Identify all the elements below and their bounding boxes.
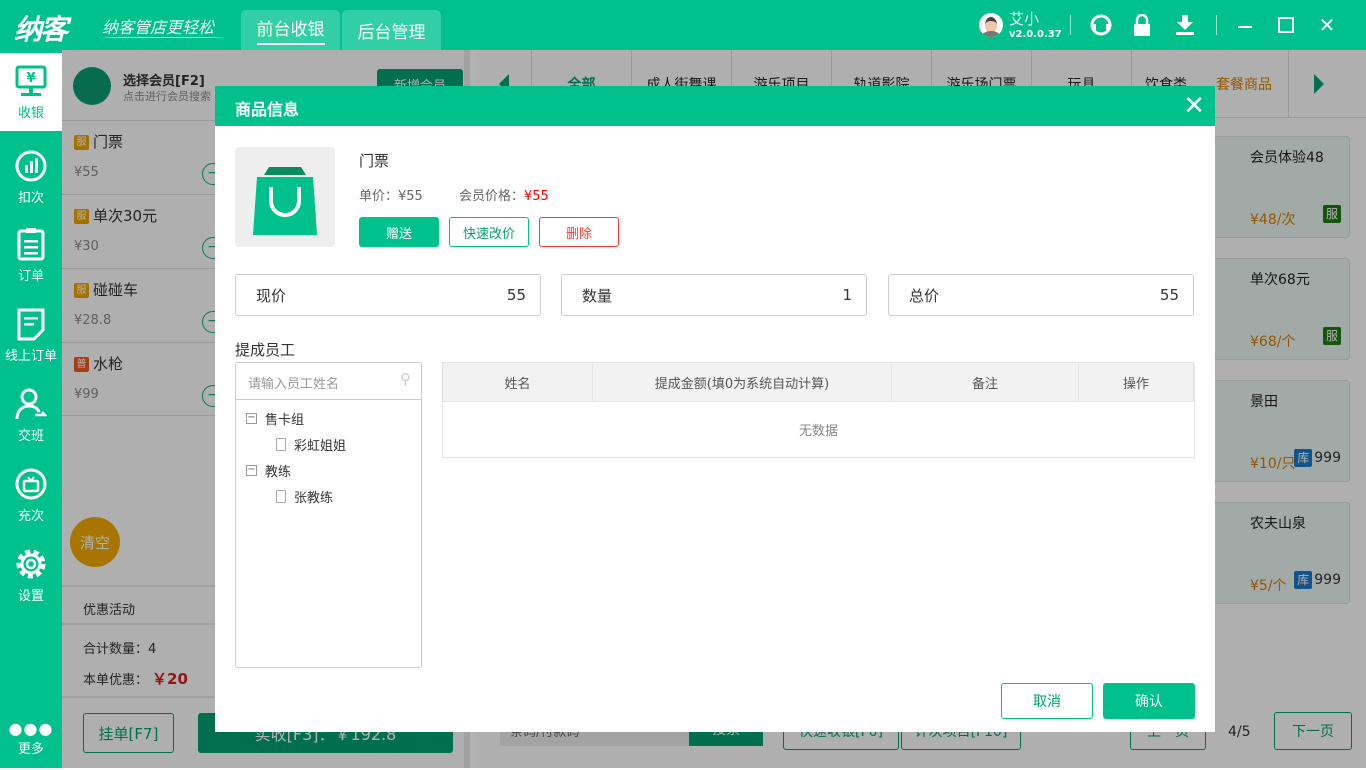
- sidebar-label: 线上订单: [4, 348, 57, 364]
- tree-group[interactable]: − 教练: [246, 461, 291, 480]
- label: 会员价格：: [459, 189, 525, 204]
- tree-member[interactable]: 张教练: [276, 487, 333, 506]
- close-icon[interactable]: ✕: [1183, 92, 1205, 120]
- shopping-bag-icon: [253, 167, 317, 235]
- collapse-icon[interactable]: −: [246, 413, 257, 424]
- sidebar-label: 交班: [17, 428, 44, 444]
- minimize-icon[interactable]: [1232, 12, 1258, 38]
- online-order-icon: [14, 307, 48, 341]
- sidebar-item-handover[interactable]: 交班: [0, 376, 62, 454]
- value[interactable]: 1: [842, 286, 852, 304]
- chart-icon: [14, 149, 48, 183]
- sidebar-label: 收银: [17, 105, 44, 121]
- staff-section-title: 提成员工: [235, 341, 296, 359]
- sidebar-item-cashier[interactable]: ¥ 收银: [0, 53, 62, 131]
- group-name: 售卡组: [265, 413, 305, 428]
- svg-text:¥: ¥: [26, 71, 35, 86]
- tab-label: 前台收银: [256, 15, 325, 45]
- divider: [1070, 15, 1071, 35]
- staff-tree: 请输入员工姓名 ⚲ − 售卡组 彩虹姐姐 − 教练 张教练: [235, 362, 422, 668]
- search-icon[interactable]: ⚲: [400, 370, 411, 388]
- maximize-icon[interactable]: [1273, 12, 1299, 38]
- column-header: 备注: [892, 363, 1079, 401]
- member-name: 彩虹姐姐: [294, 439, 347, 454]
- tab-back-management[interactable]: 后台管理: [342, 10, 441, 50]
- group-name: 教练: [265, 465, 292, 480]
- app-slogan: 纳客管店更轻松: [102, 18, 215, 37]
- handover-icon: [14, 387, 48, 421]
- cancel-button[interactable]: 取消: [1001, 683, 1093, 719]
- dialog-title: 商品信息: [215, 86, 1215, 126]
- column-header: 操作: [1079, 363, 1194, 401]
- staff-commission-table: 姓名 提成金额(填0为系统自动计算) 备注 操作 无数据: [442, 362, 1195, 458]
- gear-icon: [14, 547, 48, 581]
- placeholder: 请输入员工姓名: [248, 377, 340, 392]
- label: 总价: [909, 286, 940, 305]
- collapse-icon[interactable]: −: [246, 465, 257, 476]
- member-name: 张教练: [294, 491, 334, 506]
- lock-icon[interactable]: [1129, 12, 1155, 38]
- user-avatar[interactable]: [979, 13, 1003, 37]
- sidebar-label: 充次: [17, 508, 44, 524]
- headset-icon[interactable]: [1088, 12, 1114, 38]
- sidebar-item-deduct[interactable]: 扣次: [0, 138, 62, 216]
- sidebar-item-online-orders[interactable]: 线上订单: [0, 296, 62, 374]
- column-header: 提成金额(填0为系统自动计算): [593, 363, 892, 401]
- sidebar-label: 设置: [17, 588, 44, 604]
- member-price: 会员价格：¥55: [459, 185, 549, 204]
- tree-group[interactable]: − 售卡组: [246, 409, 304, 428]
- sidebar-label: 订单: [17, 268, 44, 284]
- tab-label: 后台管理: [357, 22, 426, 43]
- quick-price-button[interactable]: 快速改价: [449, 217, 529, 247]
- product-image: [235, 147, 335, 247]
- order-icon: [14, 227, 48, 261]
- tree-member[interactable]: 彩虹姐姐: [276, 435, 346, 454]
- sidebar-item-orders[interactable]: 订单: [0, 216, 62, 294]
- user-name[interactable]: 艾小: [1009, 8, 1039, 29]
- product-name: 门票: [359, 152, 390, 170]
- close-icon[interactable]: ✕: [1314, 12, 1340, 38]
- file-icon: [276, 490, 286, 503]
- sidebar-item-recharge[interactable]: 充次: [0, 456, 62, 534]
- column-header: 姓名: [443, 363, 593, 401]
- total-price-field[interactable]: 总价 55: [888, 274, 1194, 316]
- sidebar-item-settings[interactable]: 设置: [0, 536, 62, 614]
- confirm-button[interactable]: 确认: [1103, 683, 1195, 719]
- sidebar-label: 更多: [17, 741, 44, 757]
- recharge-icon: [14, 467, 48, 501]
- value[interactable]: 55: [1160, 286, 1179, 304]
- label: 数量: [582, 286, 613, 305]
- sidebar-label: 扣次: [17, 190, 44, 206]
- app-logo: 纳客: [14, 13, 68, 46]
- value[interactable]: 55: [507, 286, 526, 304]
- quantity-field[interactable]: 数量 1: [561, 274, 867, 316]
- current-price-field[interactable]: 现价 55: [235, 274, 541, 316]
- empty-state: 无数据: [798, 424, 838, 439]
- divider: [1216, 15, 1217, 35]
- cashier-icon: ¥: [14, 64, 48, 98]
- gift-button[interactable]: 赠送: [359, 217, 439, 247]
- tab-front-cashier[interactable]: 前台收银: [241, 10, 340, 50]
- value: ¥55: [398, 189, 423, 204]
- table-header: 姓名 提成金额(填0为系统自动计算) 备注 操作: [443, 363, 1194, 402]
- slogan-underline: [104, 36, 224, 38]
- label: 单价：: [359, 189, 399, 204]
- file-icon: [276, 438, 286, 451]
- download-icon[interactable]: [1172, 12, 1198, 38]
- delete-button[interactable]: 删除: [539, 217, 619, 247]
- sidebar: ¥ 收银 扣次 订单 线上订单 交班 充次 设置 ●●● 更多: [0, 50, 62, 768]
- value: ¥55: [524, 189, 549, 204]
- unit-price: 单价：¥55: [359, 185, 423, 204]
- staff-search-input[interactable]: 请输入员工姓名 ⚲: [236, 363, 421, 400]
- label: 现价: [256, 286, 287, 305]
- app-version: v2.0.0.37: [1009, 29, 1062, 40]
- more-icon: ●●●: [8, 718, 54, 738]
- product-info-dialog: 商品信息 ✕ 门票 单价：¥55 会员价格：¥55 赠送 快速改价 删除 现价 5…: [215, 86, 1215, 732]
- sidebar-item-more[interactable]: ●●● 更多: [0, 710, 62, 770]
- app-header: 纳客 纳客管店更轻松 前台收银 后台管理 艾小 v2.0.0.37 ✕: [0, 0, 1366, 50]
